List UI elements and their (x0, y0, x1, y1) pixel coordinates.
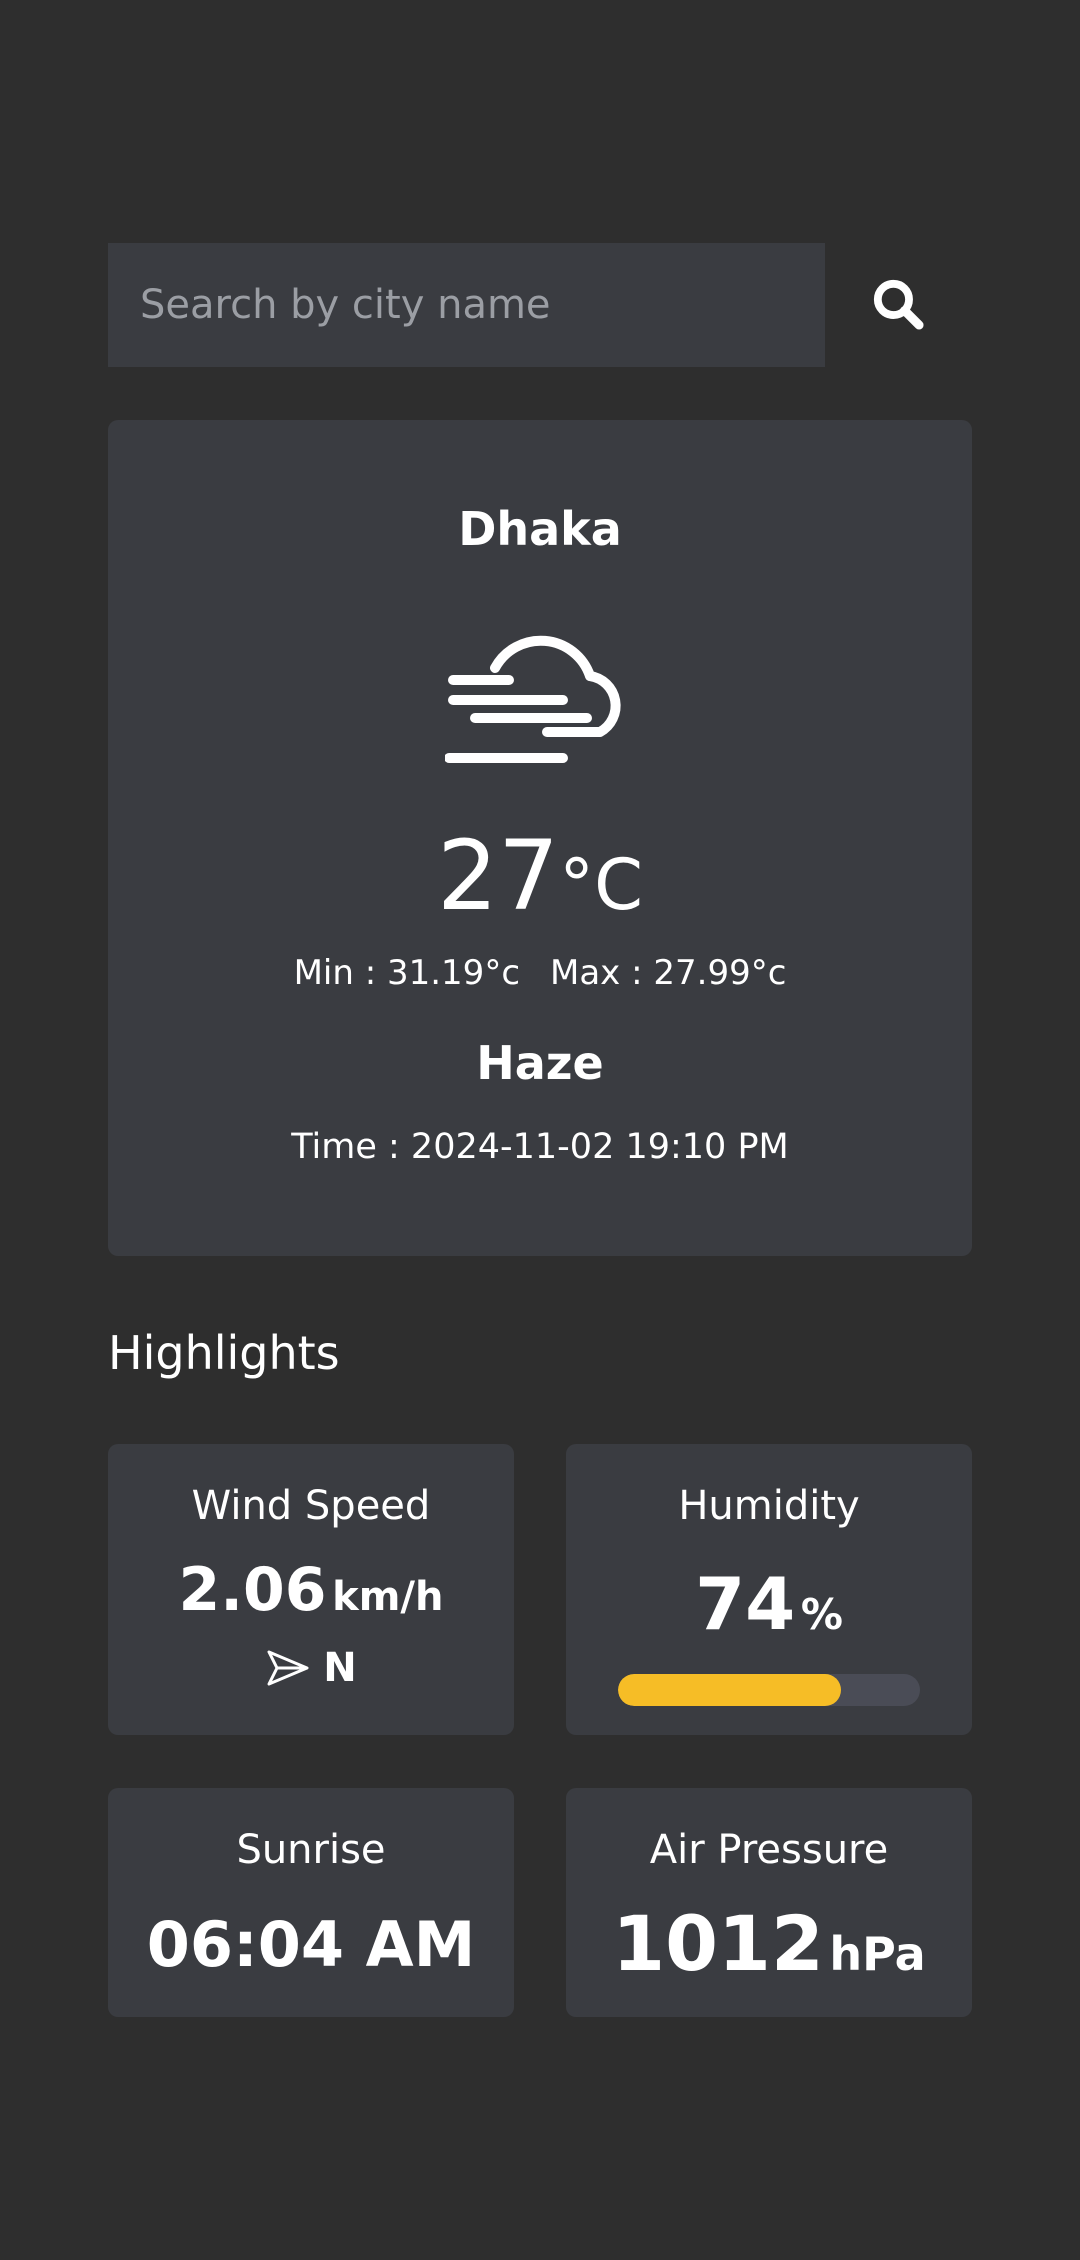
wind-direction-value: N (323, 1645, 357, 1691)
haze-cloud-wind-icon (445, 635, 621, 763)
search-input[interactable] (108, 243, 825, 367)
humidity-label: Humidity (678, 1483, 860, 1529)
navigation-arrow-icon (267, 1650, 309, 1686)
temperature-value: 27 (436, 820, 560, 932)
humidity-unit: % (800, 1590, 843, 1639)
air-pressure-reading: 1012 hPa (566, 1906, 972, 1982)
observation-time: Time : 2024-11-02 19:10 PM (291, 1127, 789, 1167)
weather-condition: Haze (476, 1036, 604, 1090)
max-temperature: Max : 27.99°c (550, 953, 787, 993)
wind-speed-unit: km/h (332, 1574, 444, 1620)
air-pressure-tile: Air Pressure 1012 hPa (566, 1788, 972, 2017)
humidity-tile: Humidity 74 % (566, 1444, 972, 1735)
search-icon (873, 279, 924, 330)
humidity-reading: 74 % (566, 1568, 972, 1640)
city-name: Dhaka (458, 502, 622, 556)
wind-direction: N (108, 1648, 514, 1688)
wind-speed-reading: 2.06 km/h (108, 1560, 514, 1620)
humidity-progress-fill (618, 1674, 842, 1706)
wind-speed-value: 2.06 (178, 1555, 327, 1625)
search-bar (108, 243, 972, 367)
air-pressure-value: 1012 (612, 1899, 824, 1988)
current-weather-card: Dhaka 27°C Min : 31.19°c Max : 27.99°c Ha… (108, 420, 972, 1256)
wind-speed-label: Wind Speed (191, 1483, 431, 1529)
humidity-value: 74 (695, 1562, 796, 1646)
min-temperature: Min : 31.19°c (293, 953, 521, 993)
highlights-heading: Highlights (108, 1326, 340, 1380)
temperature: 27°C (108, 828, 972, 924)
min-max-temperature: Min : 31.19°c Max : 27.99°c (108, 956, 972, 990)
sunrise-label: Sunrise (236, 1827, 386, 1873)
sunrise-value: 06:04 AM (146, 1908, 476, 1981)
search-button[interactable] (825, 243, 972, 367)
air-pressure-label: Air Pressure (649, 1827, 889, 1873)
wind-speed-tile: Wind Speed 2.06 km/h N (108, 1444, 514, 1735)
temperature-unit: °C (559, 844, 644, 926)
air-pressure-unit: hPa (829, 1927, 926, 1981)
sunrise-tile: Sunrise 06:04 AM (108, 1788, 514, 2017)
humidity-progress-bar (618, 1674, 920, 1706)
